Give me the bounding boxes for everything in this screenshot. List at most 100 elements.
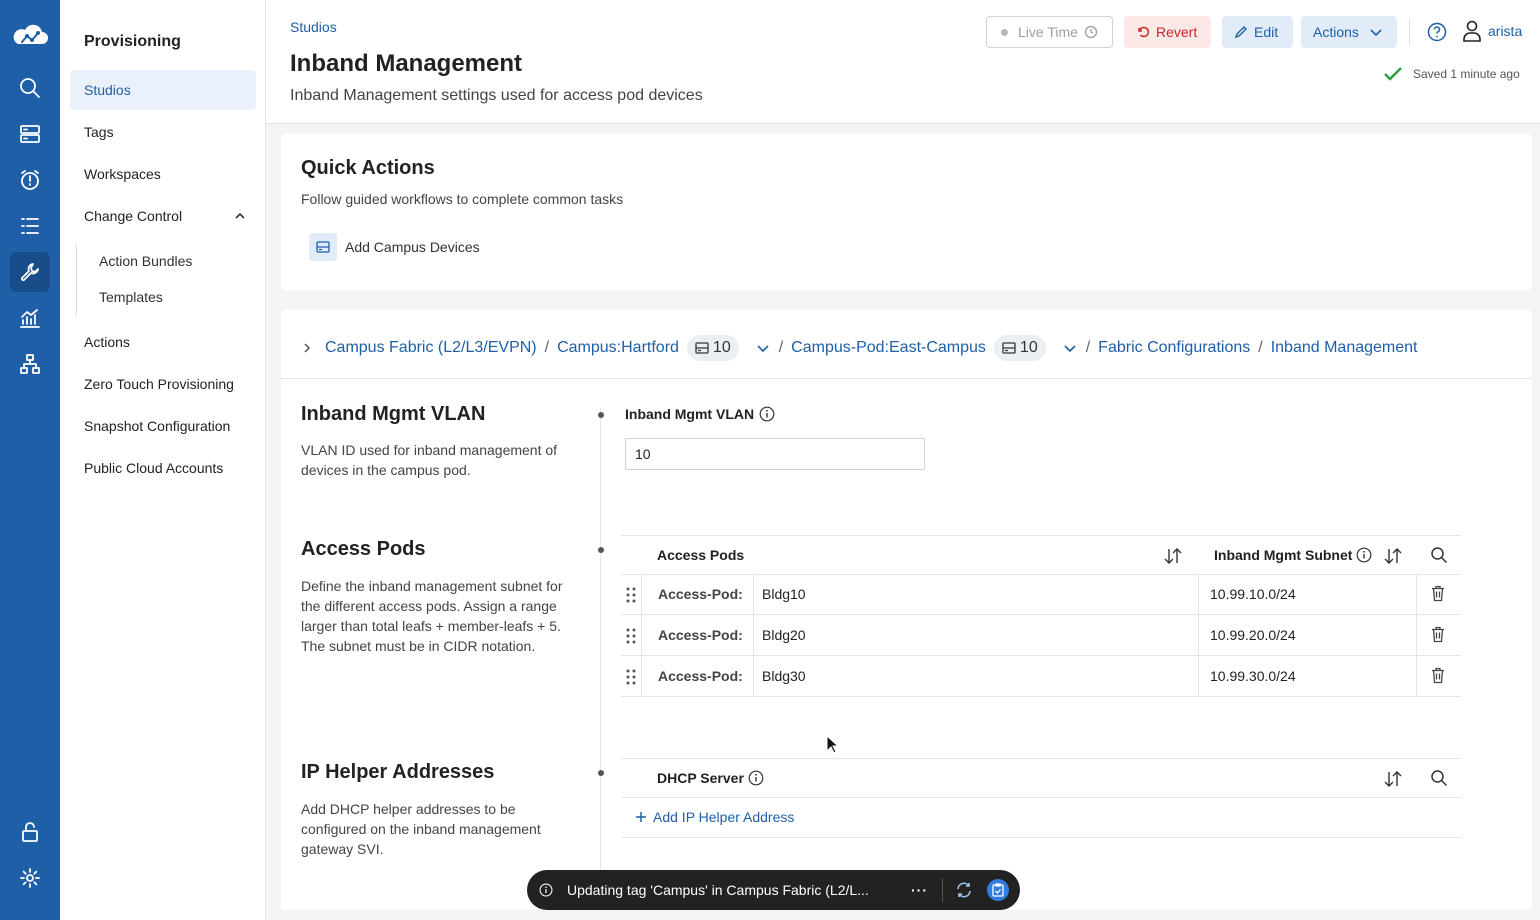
trash-icon[interactable] <box>1431 585 1445 602</box>
nav-item-change-control[interactable]: Change Control <box>70 196 256 236</box>
provisioning-wrench-icon[interactable] <box>10 252 50 292</box>
unlock-icon[interactable] <box>10 812 50 852</box>
breadcrumb-divider <box>281 378 1532 379</box>
row-key-label: Access-Pod: <box>658 627 743 643</box>
info-icon[interactable] <box>759 406 775 422</box>
nav-item-public-cloud-accounts[interactable]: Public Cloud Accounts <box>70 448 256 488</box>
cell-divider <box>1198 656 1199 696</box>
tasks-list-icon[interactable] <box>10 206 50 246</box>
add-ip-helper-button[interactable]: Add IP Helper Address <box>635 809 794 825</box>
access-pods-table-header: Access Pods Inband Mgmt Subnet <box>621 535 1461 575</box>
breadcrumb-studios-link[interactable]: Studios <box>290 19 337 35</box>
clock-icon <box>1084 25 1098 39</box>
sort-icon[interactable] <box>1383 770 1403 788</box>
nav-item-tags[interactable]: Tags <box>70 112 256 152</box>
nav-item-action-bundles[interactable]: Action Bundles <box>88 246 256 276</box>
nav-item-actions[interactable]: Actions <box>70 322 256 362</box>
cloudvision-logo-icon[interactable] <box>10 16 50 56</box>
sort-icon[interactable] <box>1163 547 1183 565</box>
info-icon[interactable] <box>1356 547 1372 563</box>
subnet-column-label: Inband Mgmt Subnet <box>1214 547 1353 563</box>
breadcrumb-fabric-config-link[interactable]: Fabric Configurations <box>1098 339 1250 357</box>
breadcrumb-pod-link[interactable]: Campus-Pod:East-Campus <box>791 339 986 357</box>
chevron-down-icon <box>1370 29 1382 37</box>
section-timeline-line <box>600 408 601 910</box>
sort-icon[interactable] <box>1383 547 1403 565</box>
revert-button[interactable]: Revert <box>1124 16 1211 48</box>
live-time-label: Live Time <box>1018 24 1078 40</box>
nav-item-label: Change Control <box>84 208 183 224</box>
live-time-button[interactable]: Live Time <box>986 16 1113 48</box>
breadcrumb-separator: / <box>778 339 784 356</box>
ip-helper-section-description: Add DHCP helper addresses to be configur… <box>301 801 541 857</box>
breadcrumb-campus-link[interactable]: Campus:Hartford <box>557 339 679 357</box>
ip-helper-table-header: DHCP Server <box>621 758 1461 798</box>
nav-item-templates[interactable]: Templates <box>88 282 256 312</box>
nav-item-studios[interactable]: Studios <box>70 70 256 110</box>
page-title: Inband Management <box>290 50 523 77</box>
toast-message: Updating tag 'Campus' in Campus Fabric (… <box>567 882 869 898</box>
actions-label: Actions <box>1313 24 1359 40</box>
chevron-right-icon[interactable] <box>301 342 313 354</box>
help-icon[interactable] <box>1427 22 1447 42</box>
vlan-field-label: Inband Mgmt VLAN <box>625 406 775 422</box>
drag-handle-icon[interactable] <box>625 586 637 604</box>
refresh-icon[interactable] <box>955 881 973 899</box>
submenu-guide-line <box>76 245 77 315</box>
subnet-cell[interactable]: 10.99.30.0/24 <box>1210 656 1296 696</box>
subnet-cell[interactable]: 10.99.20.0/24 <box>1210 615 1296 655</box>
info-icon[interactable] <box>748 770 764 786</box>
nav-item-workspaces[interactable]: Workspaces <box>70 154 256 194</box>
device-icon <box>1002 342 1016 354</box>
pod-name-cell[interactable]: Bldg10 <box>762 574 806 614</box>
actions-dropdown-button[interactable]: Actions <box>1301 16 1397 48</box>
breadcrumb-separator: / <box>544 339 550 356</box>
chevron-down-icon[interactable] <box>755 340 771 356</box>
user-menu[interactable]: arista <box>1462 20 1522 42</box>
pod-name-cell[interactable]: Bldg30 <box>762 656 806 696</box>
add-row: Add IP Helper Address <box>621 797 1461 838</box>
more-options-icon[interactable]: ··· <box>911 882 928 898</box>
cell-divider <box>753 615 754 655</box>
add-ip-helper-label: Add IP Helper Address <box>653 809 795 825</box>
trash-icon[interactable] <box>1431 667 1445 684</box>
breadcrumb-separator: / <box>1258 339 1263 356</box>
devices-icon[interactable] <box>10 114 50 154</box>
add-campus-devices-action[interactable]: Add Campus Devices <box>309 233 480 261</box>
breadcrumb-current[interactable]: Inband Management <box>1271 339 1418 357</box>
cell-divider <box>1198 615 1199 655</box>
dashboards-chart-icon[interactable] <box>10 298 50 338</box>
drag-handle-icon[interactable] <box>625 668 637 686</box>
trash-icon[interactable] <box>1431 626 1445 643</box>
search-icon[interactable] <box>1430 546 1448 564</box>
campus-device-count-badge: 10 <box>686 335 739 361</box>
dhcp-server-column-header: DHCP Server <box>657 770 764 786</box>
search-icon[interactable] <box>1430 769 1448 787</box>
chevron-down-icon[interactable] <box>1062 340 1078 356</box>
vlan-section-title: Inband Mgmt VLAN <box>301 403 486 425</box>
cell-divider <box>1416 574 1417 614</box>
drag-handle-icon[interactable] <box>625 627 637 645</box>
pod-name-cell[interactable]: Bldg20 <box>762 615 806 655</box>
vlan-input[interactable] <box>625 438 925 470</box>
vlan-section-description: VLAN ID used for inband management of de… <box>301 442 558 478</box>
breadcrumb-fabric-link[interactable]: Campus Fabric (L2/L3/EVPN) <box>325 339 537 357</box>
live-dot-icon <box>1001 28 1008 36</box>
cell-divider <box>1416 656 1417 696</box>
row-key-label: Access-Pod: <box>658 586 743 602</box>
header-divider <box>1409 18 1410 46</box>
edit-label: Edit <box>1254 24 1279 40</box>
nav-item-snapshot-configuration[interactable]: Snapshot Configuration <box>70 406 256 446</box>
user-icon <box>1463 20 1481 42</box>
edit-button[interactable]: Edit <box>1222 16 1293 48</box>
topology-icon[interactable] <box>10 344 50 384</box>
cell-divider <box>753 574 754 614</box>
events-alarm-icon[interactable] <box>10 160 50 200</box>
ip-helper-section-title: IP Helper Addresses <box>301 761 495 783</box>
search-icon[interactable] <box>10 68 50 108</box>
nav-item-zero-touch-provisioning[interactable]: Zero Touch Provisioning <box>70 364 256 404</box>
settings-gear-icon[interactable] <box>10 858 50 898</box>
clipboard-check-icon[interactable] <box>987 879 1009 901</box>
subnet-cell[interactable]: 10.99.10.0/24 <box>1210 574 1296 614</box>
access-pods-column-header: Access Pods <box>657 547 745 563</box>
